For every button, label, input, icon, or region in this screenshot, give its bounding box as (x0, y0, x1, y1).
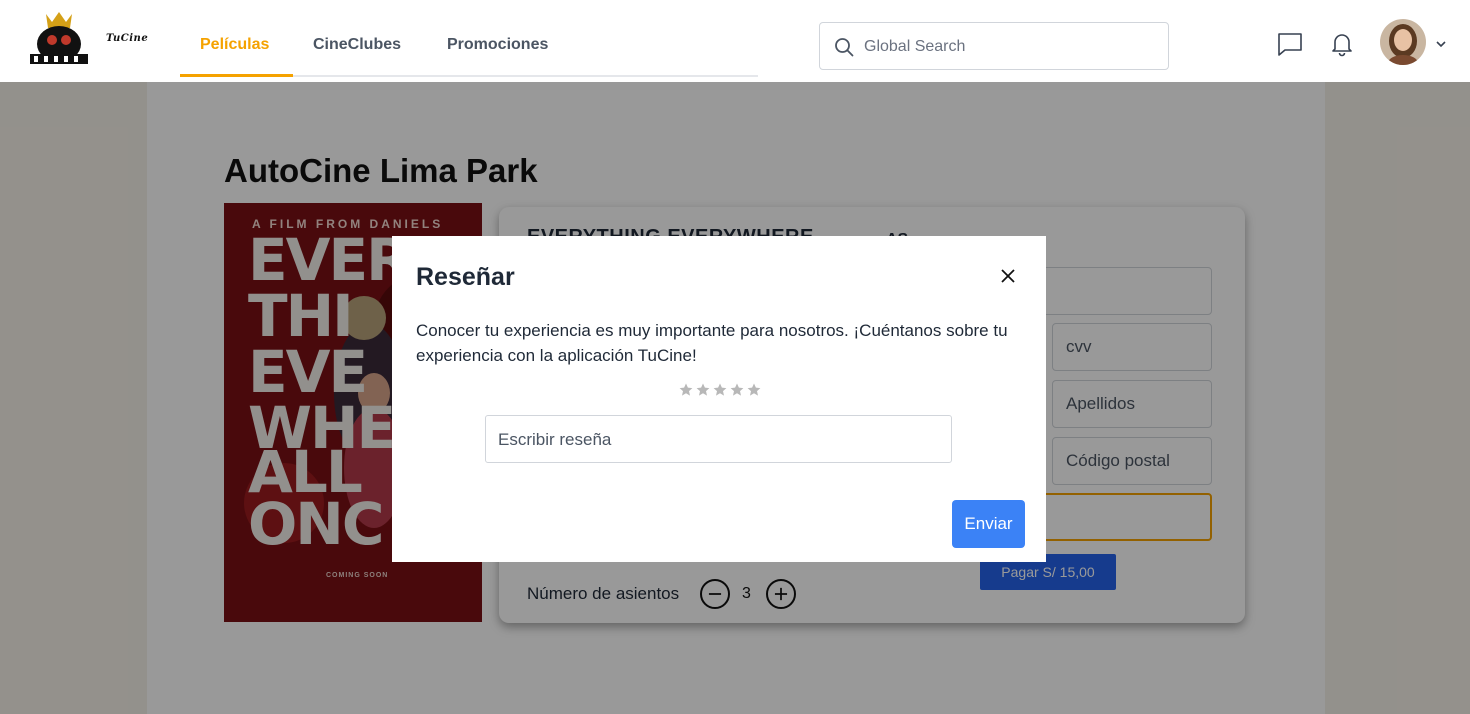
chevron-down-icon[interactable] (1435, 39, 1447, 49)
star-icon[interactable] (695, 382, 711, 398)
brand-name: TuCine (106, 33, 149, 44)
modal-description: Conocer tu experiencia es muy importante… (416, 321, 1008, 365)
star-icon[interactable] (678, 382, 694, 398)
close-icon[interactable] (998, 266, 1018, 286)
chat-icon[interactable] (1277, 31, 1303, 57)
tab-peliculas[interactable]: Películas (200, 36, 269, 54)
send-button[interactable]: Enviar (952, 500, 1025, 548)
tab-cineclubes[interactable]: CineClubes (313, 36, 401, 54)
top-navbar: TuCine Películas CineClubes Promociones (0, 0, 1470, 82)
global-search[interactable] (819, 22, 1169, 70)
tab-promociones[interactable]: Promociones (447, 36, 548, 54)
star-icon[interactable] (746, 382, 762, 398)
review-input[interactable] (498, 428, 938, 452)
star-icon[interactable] (712, 382, 728, 398)
avatar-image (1380, 19, 1426, 65)
search-input[interactable] (864, 33, 1154, 61)
review-field[interactable] (485, 415, 952, 463)
search-icon (835, 38, 854, 57)
active-tab-indicator (180, 74, 293, 77)
bell-icon[interactable] (1329, 31, 1355, 57)
tucine-logo[interactable] (26, 10, 92, 68)
user-avatar[interactable] (1380, 19, 1426, 65)
star-rating[interactable] (678, 382, 762, 398)
modal-title: Reseñar (416, 263, 515, 291)
star-icon[interactable] (729, 382, 745, 398)
review-modal: Reseñar Conocer tu experiencia es muy im… (392, 236, 1046, 562)
